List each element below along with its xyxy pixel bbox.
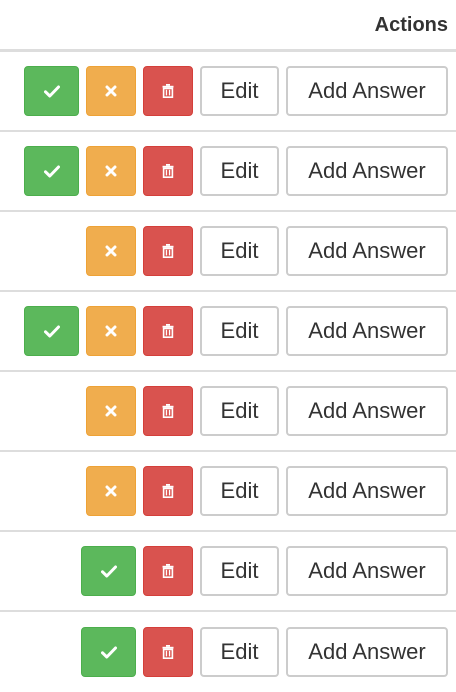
delete-button[interactable] — [143, 546, 193, 596]
add-answer-button-label: Add Answer — [308, 398, 426, 423]
add-answer-button-label: Add Answer — [308, 558, 426, 583]
table-header: Actions — [0, 0, 456, 52]
edit-button-label: Edit — [220, 318, 259, 343]
actions-table: Actions Edit Add Answer Edit Add Answer … — [0, 0, 456, 692]
close-icon — [105, 165, 117, 177]
table-row: Edit Add Answer — [0, 52, 456, 132]
edit-button[interactable]: Edit — [200, 146, 279, 196]
edit-button-label: Edit — [220, 639, 259, 664]
reject-button[interactable] — [86, 66, 136, 116]
close-icon — [105, 85, 117, 97]
edit-button-label: Edit — [220, 478, 259, 503]
table-body: Edit Add Answer Edit Add Answer Edit Add… — [0, 52, 456, 692]
add-answer-button[interactable]: Add Answer — [286, 546, 448, 596]
approve-button[interactable] — [24, 66, 79, 116]
edit-button[interactable]: Edit — [200, 386, 279, 436]
add-answer-button[interactable]: Add Answer — [286, 627, 448, 677]
check-icon — [100, 646, 117, 659]
row-actions: Edit Add Answer — [17, 66, 448, 116]
actions-column-header: Actions — [374, 14, 448, 36]
approve-button[interactable] — [24, 306, 79, 356]
row-actions: Edit Add Answer — [74, 546, 448, 596]
edit-button[interactable]: Edit — [200, 546, 279, 596]
trash-icon — [162, 404, 174, 418]
trash-icon — [162, 564, 174, 578]
close-icon — [105, 325, 117, 337]
edit-button-label: Edit — [220, 238, 259, 263]
check-icon — [43, 85, 60, 98]
row-actions: Edit Add Answer — [79, 466, 448, 516]
delete-button[interactable] — [143, 306, 193, 356]
reject-button[interactable] — [86, 226, 136, 276]
check-icon — [100, 565, 117, 578]
table-row: Edit Add Answer — [0, 292, 456, 372]
edit-button[interactable]: Edit — [200, 226, 279, 276]
table-row: Edit Add Answer — [0, 372, 456, 452]
add-answer-button[interactable]: Add Answer — [286, 466, 448, 516]
add-answer-button-label: Add Answer — [308, 158, 426, 183]
delete-button[interactable] — [143, 627, 193, 677]
add-answer-button-label: Add Answer — [308, 238, 426, 263]
reject-button[interactable] — [86, 306, 136, 356]
add-answer-button-label: Add Answer — [308, 478, 426, 503]
check-icon — [43, 325, 60, 338]
trash-icon — [162, 484, 174, 498]
table-row: Edit Add Answer — [0, 532, 456, 612]
row-actions: Edit Add Answer — [79, 226, 448, 276]
edit-button-label: Edit — [220, 158, 259, 183]
add-answer-button[interactable]: Add Answer — [286, 226, 448, 276]
delete-button[interactable] — [143, 146, 193, 196]
close-icon — [105, 405, 117, 417]
delete-button[interactable] — [143, 386, 193, 436]
approve-button[interactable] — [24, 146, 79, 196]
edit-button-label: Edit — [220, 558, 259, 583]
trash-icon — [162, 164, 174, 178]
add-answer-button-label: Add Answer — [308, 639, 426, 664]
edit-button[interactable]: Edit — [200, 627, 279, 677]
approve-button[interactable] — [81, 546, 136, 596]
trash-icon — [162, 244, 174, 258]
table-row: Edit Add Answer — [0, 132, 456, 212]
add-answer-button-label: Add Answer — [308, 318, 426, 343]
edit-button[interactable]: Edit — [200, 66, 279, 116]
delete-button[interactable] — [143, 466, 193, 516]
trash-icon — [162, 645, 174, 659]
add-answer-button[interactable]: Add Answer — [286, 66, 448, 116]
delete-button[interactable] — [143, 226, 193, 276]
delete-button[interactable] — [143, 66, 193, 116]
edit-button-label: Edit — [220, 398, 259, 423]
table-row: Edit Add Answer — [0, 612, 456, 692]
row-actions: Edit Add Answer — [17, 146, 448, 196]
add-answer-button-label: Add Answer — [308, 78, 426, 103]
row-actions: Edit Add Answer — [74, 627, 448, 677]
reject-button[interactable] — [86, 386, 136, 436]
add-answer-button[interactable]: Add Answer — [286, 306, 448, 356]
close-icon — [105, 485, 117, 497]
edit-button-label: Edit — [220, 78, 259, 103]
edit-button[interactable]: Edit — [200, 306, 279, 356]
reject-button[interactable] — [86, 466, 136, 516]
approve-button[interactable] — [81, 627, 136, 677]
row-actions: Edit Add Answer — [79, 386, 448, 436]
trash-icon — [162, 324, 174, 338]
check-icon — [43, 165, 60, 178]
add-answer-button[interactable]: Add Answer — [286, 146, 448, 196]
edit-button[interactable]: Edit — [200, 466, 279, 516]
trash-icon — [162, 84, 174, 98]
add-answer-button[interactable]: Add Answer — [286, 386, 448, 436]
table-row: Edit Add Answer — [0, 212, 456, 292]
close-icon — [105, 245, 117, 257]
reject-button[interactable] — [86, 146, 136, 196]
row-actions: Edit Add Answer — [17, 306, 448, 356]
table-row: Edit Add Answer — [0, 452, 456, 532]
